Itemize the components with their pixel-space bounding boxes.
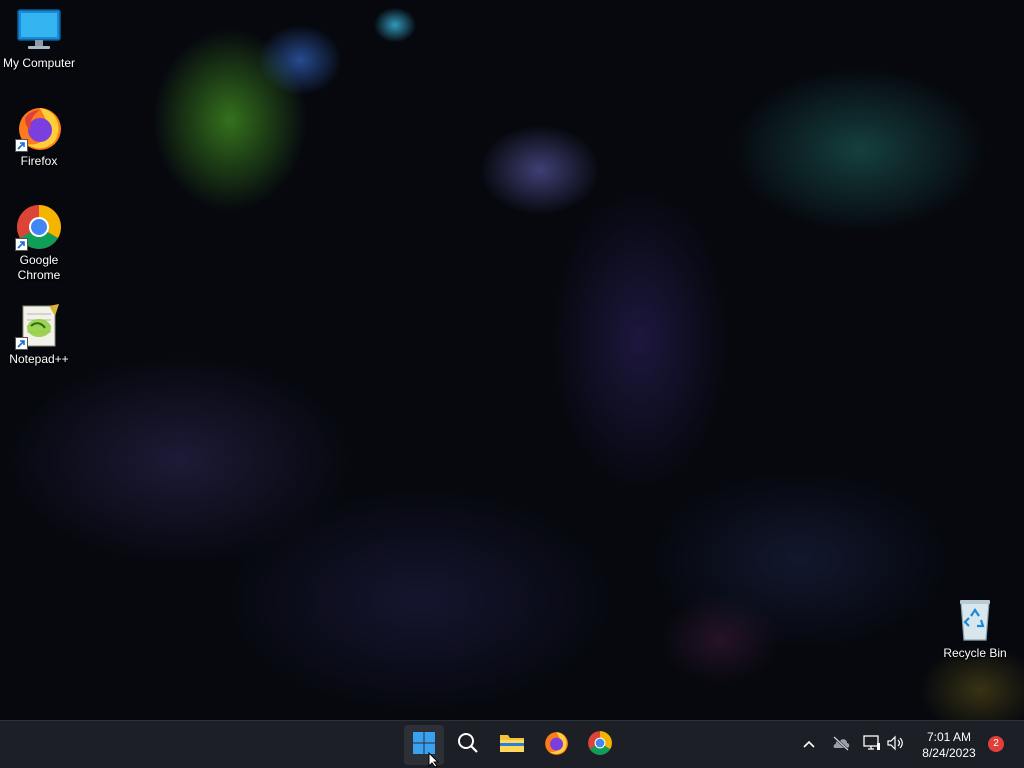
desktop-icon-notepadpp[interactable]: Notepad++: [1, 302, 77, 367]
desktop-icon-my-computer[interactable]: My Computer: [1, 6, 77, 71]
shortcut-arrow-icon: [15, 337, 28, 350]
shortcut-arrow-icon: [15, 238, 28, 251]
onedrive-offline-icon: [831, 735, 851, 756]
file-explorer-button[interactable]: [492, 725, 532, 765]
desktop-icon-label: My Computer: [2, 56, 76, 70]
chrome-icon: [587, 730, 613, 761]
desktop-icon-label: Notepad++: [9, 352, 69, 366]
firefox-icon: [543, 730, 569, 761]
show-hidden-icons-button[interactable]: [799, 721, 819, 768]
desktop-icon-label: Recycle Bin: [943, 646, 1007, 660]
desktop-icon-label: Firefox: [20, 154, 58, 168]
network-icon: [863, 734, 881, 756]
desktop-icon-label: Google Chrome: [17, 253, 61, 282]
shortcut-arrow-icon: [15, 139, 28, 152]
speaker-icon: [887, 735, 905, 756]
chevron-up-icon: [802, 736, 816, 754]
search-icon: [456, 731, 480, 760]
desktop-wallpaper: [0, 0, 1024, 720]
search-button[interactable]: [448, 725, 488, 765]
recycle-bin-icon: [951, 596, 999, 644]
taskbar: 7:01 AM 8/24/2023: [0, 720, 1024, 768]
mouse-cursor-icon: [428, 751, 440, 768]
chrome-icon: [15, 203, 63, 251]
clock[interactable]: 7:01 AM 8/24/2023: [912, 729, 986, 761]
desktop-icon-google-chrome[interactable]: Google Chrome: [1, 203, 77, 283]
desktop-icon-recycle-bin[interactable]: Recycle Bin: [937, 596, 1013, 661]
folder-icon: [499, 731, 525, 760]
notepadpp-icon: [15, 302, 63, 350]
notification-badge[interactable]: 2: [988, 736, 1004, 752]
clock-time: 7:01 AM: [926, 730, 972, 744]
chrome-taskbar-button[interactable]: [580, 725, 620, 765]
firefox-icon: [15, 104, 63, 152]
volume-button[interactable]: [885, 721, 907, 768]
desktop-icon-firefox[interactable]: Firefox: [1, 104, 77, 169]
clock-date: 8/24/2023: [922, 746, 976, 760]
firefox-taskbar-button[interactable]: [536, 725, 576, 765]
onedrive-button[interactable]: [829, 721, 853, 768]
network-button[interactable]: [861, 721, 883, 768]
monitor-icon: [15, 6, 63, 54]
